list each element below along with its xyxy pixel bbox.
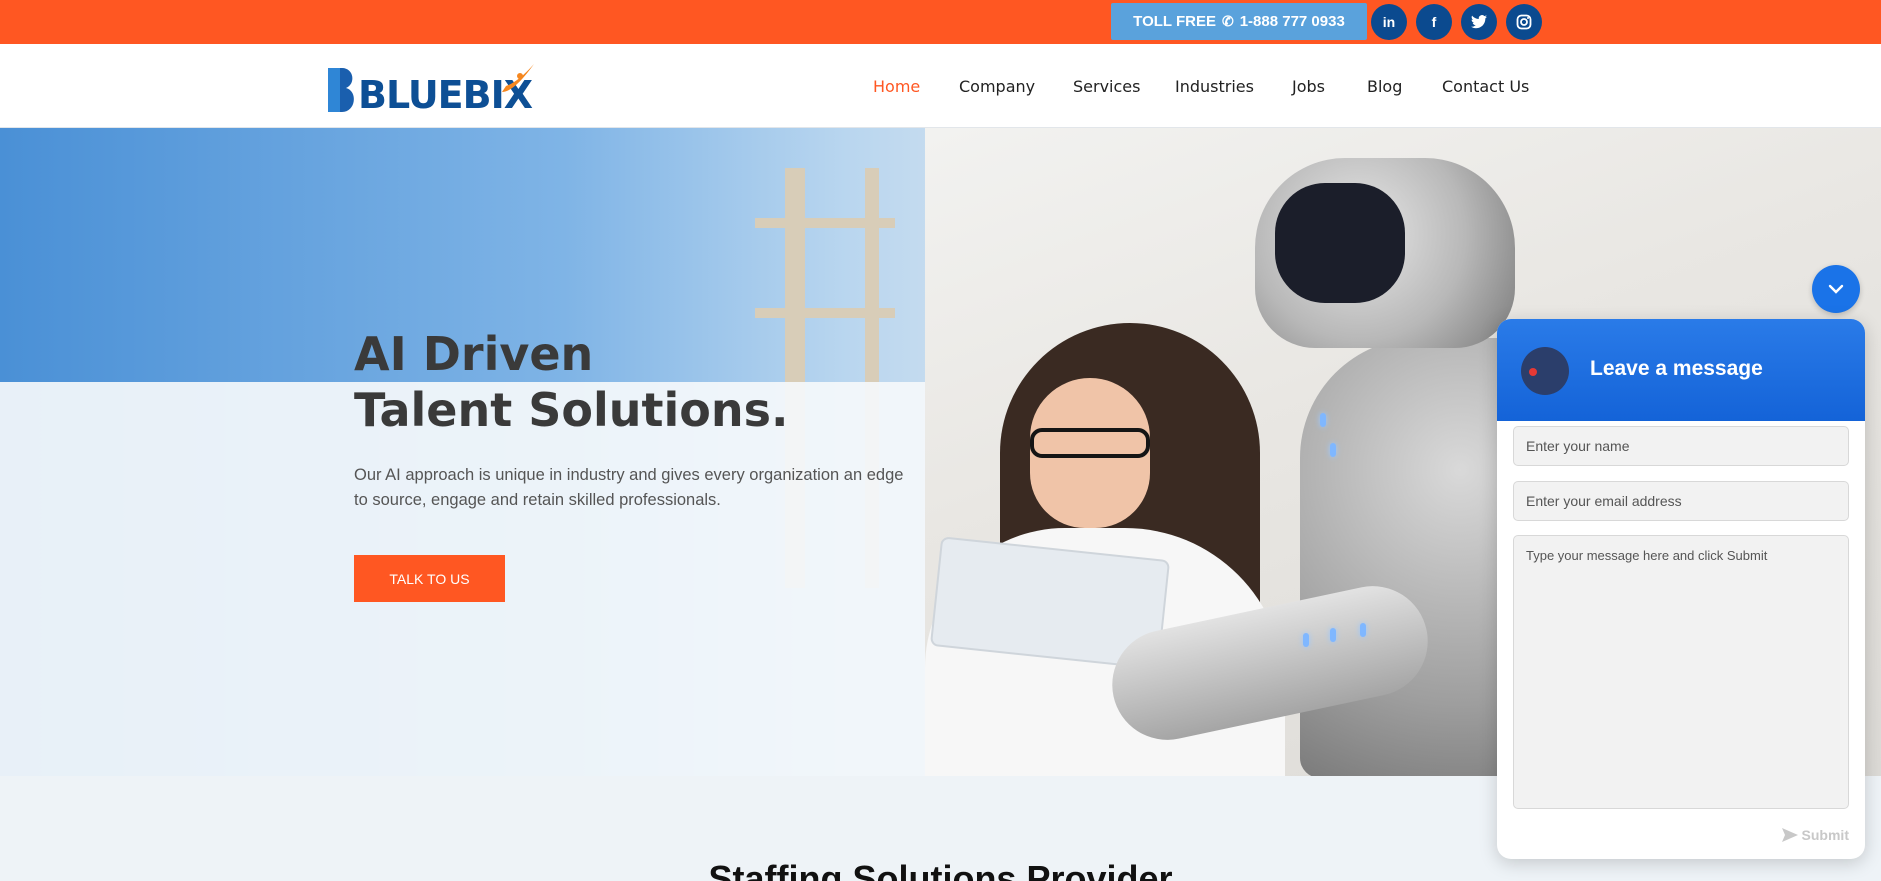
submit-label: Submit — [1801, 827, 1849, 843]
main-header: BLUEBIX Home Company Services Industries… — [0, 44, 1881, 128]
chat-avatar — [1521, 347, 1569, 395]
bluebix-logo[interactable]: BLUEBIX — [326, 62, 536, 114]
twitter-icon[interactable] — [1461, 4, 1497, 40]
chat-title: Leave a message — [1590, 357, 1763, 380]
chat-widget: Leave a message Enter your name Enter yo… — [1497, 319, 1865, 859]
logo-swoosh-icon — [502, 64, 535, 92]
nav-industries[interactable]: Industries — [1175, 77, 1254, 96]
name-input[interactable]: Enter your name — [1513, 426, 1849, 466]
chat-header: Leave a message — [1497, 319, 1865, 421]
instagram-icon[interactable] — [1506, 4, 1542, 40]
nav-company[interactable]: Company — [959, 77, 1035, 96]
phone-icon: ✆ — [1221, 13, 1234, 29]
submit-button[interactable]: Submit — [1781, 827, 1849, 843]
toll-free-label: TOLL FREE — [1133, 13, 1216, 30]
send-icon — [1781, 828, 1798, 842]
message-textarea[interactable]: Type your message here and click Submit — [1513, 535, 1849, 809]
section-title: Staffing Solutions Provider — [708, 858, 1173, 881]
toll-free-number: 1-888 777 0933 — [1239, 13, 1345, 30]
nav-jobs[interactable]: Jobs — [1292, 77, 1325, 96]
nav-contact-us[interactable]: Contact Us — [1442, 77, 1529, 96]
top-bar: TOLL FREE ✆ 1-888 777 0933 in f — [0, 0, 1881, 44]
chevron-down-icon — [1828, 284, 1844, 294]
email-input[interactable]: Enter your email address — [1513, 481, 1849, 521]
robot-visor — [1275, 183, 1405, 303]
facebook-icon[interactable]: f — [1416, 4, 1452, 40]
nav-services[interactable]: Services — [1073, 77, 1140, 96]
toll-free-button[interactable]: TOLL FREE ✆ 1-888 777 0933 — [1111, 3, 1367, 40]
hero-description: Our AI approach is unique in industry an… — [354, 466, 904, 509]
hero-title: AI Driven Talent Solutions. — [354, 327, 789, 437]
talk-to-us-button[interactable]: TALK TO US — [354, 555, 505, 602]
linkedin-icon[interactable]: in — [1371, 4, 1407, 40]
nav-home[interactable]: Home — [873, 77, 920, 96]
logo-b-icon — [328, 68, 354, 112]
nav-blog[interactable]: Blog — [1367, 77, 1402, 96]
chat-minimize-button[interactable] — [1812, 265, 1860, 313]
glasses — [1030, 428, 1150, 458]
